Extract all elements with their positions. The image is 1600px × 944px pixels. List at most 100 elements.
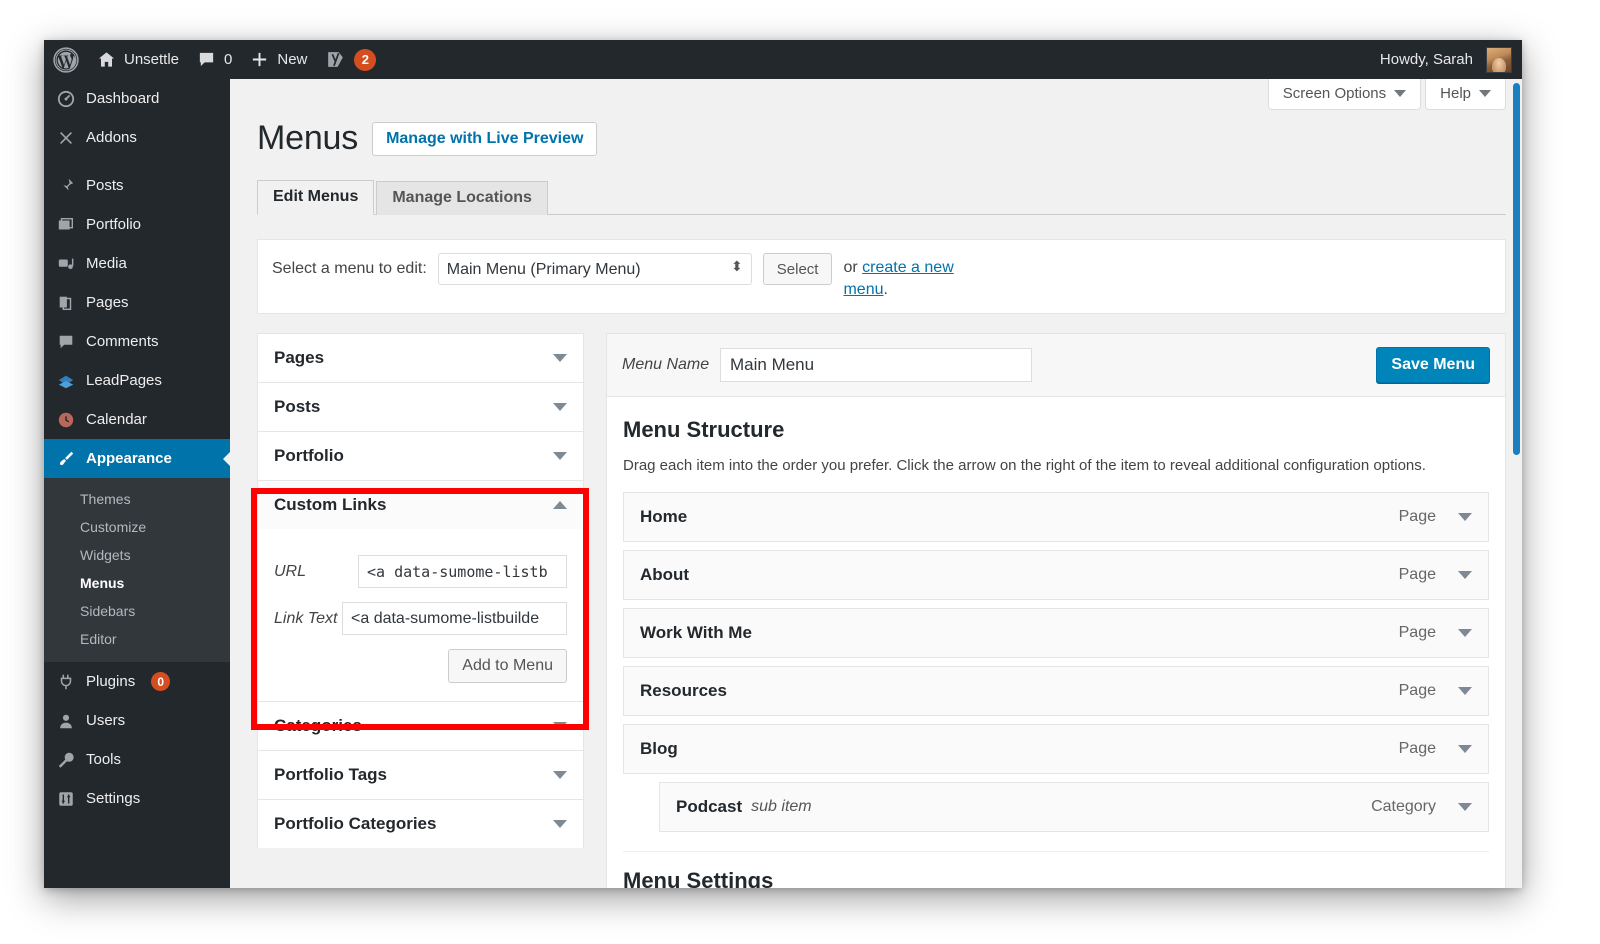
sidebar-item-label: Addons <box>86 129 137 146</box>
accordion-head-portfolio[interactable]: Portfolio <box>258 432 583 480</box>
sidebar-item-tools[interactable]: Tools <box>44 740 230 779</box>
add-to-menu-button[interactable]: Add to Menu <box>448 649 567 684</box>
appearance-submenu: Themes Customize Widgets Menus Sidebars … <box>44 478 230 662</box>
sidebar-item-calendar[interactable]: Calendar <box>44 400 230 439</box>
avatar[interactable] <box>1486 46 1512 73</box>
chevron-down-icon[interactable] <box>1458 513 1472 522</box>
menu-name-input[interactable] <box>720 348 1032 383</box>
site-name-menu[interactable]: Unsettle <box>88 40 188 79</box>
sidebar-item-label: Plugins <box>86 673 136 690</box>
custom-links-body: URL Link Text Add to Menu <box>258 529 583 702</box>
screen-options-label: Screen Options <box>1282 85 1387 102</box>
chevron-down-icon[interactable] <box>1458 571 1472 580</box>
accordion-title: Portfolio <box>274 446 344 466</box>
menu-item-podcast[interactable]: Podcast sub item Category <box>659 782 1489 833</box>
menu-item-title: Blog <box>640 739 678 759</box>
sidebar-item-label: Tools <box>86 751 122 768</box>
menu-item-about[interactable]: About Page <box>623 550 1489 601</box>
accordion-head-custom-links[interactable]: Custom Links <box>258 481 583 530</box>
period: . <box>883 280 888 298</box>
scrollbar-thumb[interactable] <box>1513 83 1520 455</box>
accordion-head-portfolio-tags[interactable]: Portfolio Tags <box>258 751 583 799</box>
sidebar-item-settings[interactable]: Settings <box>44 779 230 818</box>
add-menu-items-accordion: Pages Posts Portfolio Custom Links URL <… <box>251 333 589 888</box>
sidebar-item-pages[interactable]: Pages <box>44 283 230 322</box>
chevron-down-icon[interactable] <box>1458 629 1472 638</box>
accordion-title: Posts <box>274 397 321 417</box>
page-content-area: Screen Options Help Menus Manage with Li… <box>230 79 1522 888</box>
accordion-head-categories[interactable]: Categories <box>258 702 583 750</box>
tab-manage-locations[interactable]: Manage Locations <box>376 181 548 215</box>
menu-item-title: Work With Me <box>640 623 752 643</box>
accordion-title: Portfolio Categories <box>274 814 437 834</box>
sidebar-subitem-menus[interactable]: Menus <box>44 569 230 597</box>
home-icon <box>97 50 116 69</box>
accordion-section-portfolio-categories: Portfolio Categories <box>257 799 584 849</box>
menu-item-work-with-me[interactable]: Work With Me Page <box>623 608 1489 659</box>
pin-icon <box>56 176 76 196</box>
dashboard-icon <box>56 89 76 109</box>
site-name-label: Unsettle <box>124 51 180 68</box>
chevron-down-icon[interactable] <box>1458 745 1472 754</box>
menu-item-blog[interactable]: Blog Page <box>623 724 1489 775</box>
sidebar-subitem-sidebars[interactable]: Sidebars <box>44 597 230 625</box>
plus-icon <box>250 50 269 69</box>
accordion-head-pages[interactable]: Pages <box>258 334 583 382</box>
sidebar-separator <box>44 157 230 166</box>
chevron-down-icon[interactable] <box>1458 687 1472 696</box>
sidebar-item-leadpages[interactable]: LeadPages <box>44 361 230 400</box>
sidebar-item-comments[interactable]: Comments <box>44 322 230 361</box>
add-to-menu-row: Add to Menu <box>274 649 567 684</box>
new-content-menu[interactable]: New <box>241 40 316 79</box>
menu-item-home[interactable]: Home Page <box>623 492 1489 543</box>
sidebar-item-label: Posts <box>86 177 124 194</box>
sidebar-item-label: Comments <box>86 333 159 350</box>
sidebar-item-plugins[interactable]: Plugins 0 <box>44 662 230 701</box>
vertical-scrollbar[interactable] <box>1508 79 1522 888</box>
menu-item-title: Podcast <box>676 797 743 817</box>
addons-x-icon <box>56 128 76 148</box>
link-text-field-row: Link Text <box>274 602 567 636</box>
sidebar-subitem-themes[interactable]: Themes <box>44 485 230 513</box>
manage-with-live-preview-button[interactable]: Manage with Live Preview <box>372 121 598 156</box>
select-button[interactable]: Select <box>762 253 833 285</box>
sidebar-subitem-widgets[interactable]: Widgets <box>44 541 230 569</box>
sidebar-item-label: Portfolio <box>86 216 142 233</box>
yoast-logo-icon <box>325 49 346 70</box>
wordpress-logo-menu[interactable] <box>44 40 88 79</box>
url-input[interactable] <box>358 555 567 589</box>
sidebar-item-label: Appearance <box>86 450 172 467</box>
page-title: Menus <box>257 119 359 157</box>
comments-menu[interactable]: 0 <box>188 40 241 79</box>
sidebar-item-dashboard[interactable]: Dashboard <box>44 79 230 118</box>
sidebar-item-users[interactable]: Users <box>44 701 230 740</box>
accordion-section-custom-links: Custom Links URL Link Text A <box>257 480 584 702</box>
menu-select-dropdown[interactable]: Main Menu (Primary Menu) <box>437 253 752 285</box>
sidebar-item-posts[interactable]: Posts <box>44 166 230 205</box>
sidebar-item-addons[interactable]: Addons <box>44 118 230 157</box>
chevron-down-icon[interactable] <box>1458 803 1472 812</box>
save-menu-button[interactable]: Save Menu <box>1376 347 1490 384</box>
sidebar-item-label: LeadPages <box>86 372 162 389</box>
tab-edit-menus[interactable]: Edit Menus <box>257 180 375 215</box>
help-button[interactable]: Help <box>1425 79 1506 110</box>
link-text-input[interactable] <box>342 602 567 636</box>
accordion-head-portfolio-categories[interactable]: Portfolio Categories <box>258 800 583 848</box>
chevron-down-icon <box>553 820 567 829</box>
sidebar-subitem-editor[interactable]: Editor <box>44 625 230 653</box>
menu-item-sub-note: sub item <box>751 798 812 816</box>
yoast-seo-menu[interactable]: 2 <box>316 40 385 79</box>
sidebar-item-media[interactable]: Media <box>44 244 230 283</box>
chevron-down-icon <box>553 722 567 731</box>
sidebar-item-portfolio[interactable]: Portfolio <box>44 205 230 244</box>
menu-item-resources[interactable]: Resources Page <box>623 666 1489 717</box>
menu-structure-description: Drag each item into the order you prefer… <box>623 457 1426 475</box>
my-account-menu[interactable]: Howdy, Sarah <box>1371 40 1486 79</box>
user-icon <box>56 711 76 731</box>
sidebar-item-label: Calendar <box>86 411 147 428</box>
sidebar-item-appearance[interactable]: Appearance <box>44 439 230 478</box>
accordion-head-posts[interactable]: Posts <box>258 383 583 431</box>
accordion-title: Portfolio Tags <box>274 765 388 785</box>
screen-options-button[interactable]: Screen Options <box>1267 79 1422 110</box>
sidebar-subitem-customize[interactable]: Customize <box>44 513 230 541</box>
